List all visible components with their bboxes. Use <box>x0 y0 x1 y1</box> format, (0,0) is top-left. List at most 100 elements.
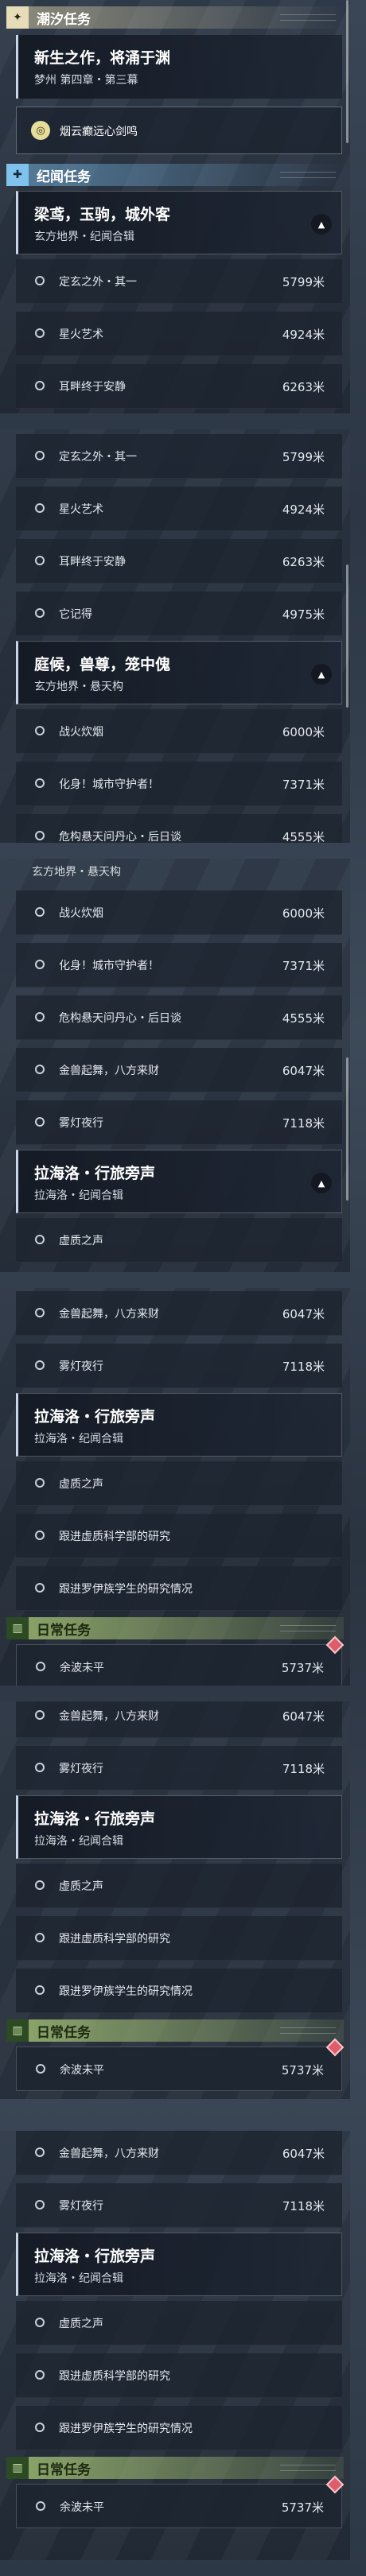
quest-step-row[interactable]: 金兽起舞，八方来财 6047米 <box>16 2131 342 2175</box>
step-label: 危构悬天问丹心・后日谈 <box>59 831 181 843</box>
quest-step-row[interactable]: 跟进虚质科学部的研究 <box>16 1916 342 1961</box>
step-label: 战火炊烟 <box>59 907 103 920</box>
quest-list-panel-4: 金兽起舞，八方来财 6047米 雾灯夜行 7118米 拉海洛・行旅旁声 拉海洛・… <box>0 1288 350 1686</box>
quest-step-row[interactable]: 金兽起舞，八方来财 6047米 <box>16 1291 342 1336</box>
quest-step-row[interactable]: 雾灯夜行 7118米 <box>16 1746 342 1790</box>
quest-step-row[interactable]: 雾灯夜行 7118米 <box>16 1344 342 1388</box>
quest-step-row[interactable]: 虚质之声 <box>16 1218 342 1263</box>
quest-title: 拉海洛・行旅旁声 <box>34 2248 156 2265</box>
step-distance: 7371米 <box>282 959 325 973</box>
quest-step-row[interactable]: 化身！城市守护者！ 7371米 <box>16 943 342 987</box>
step-label: 跟进罗伊族学生的研究情况 <box>59 1583 193 1596</box>
daily-quest-row[interactable]: 余波未平 5737米 <box>16 2038 345 2091</box>
quest-step-row[interactable]: 金兽起舞，八方来财 6047米 <box>16 1048 342 1092</box>
section-header-daily[interactable]: ▥ 日常任务 <box>6 2019 344 2042</box>
section-title: 潮汐任务 <box>37 11 91 28</box>
step-distance: 6000米 <box>282 906 325 921</box>
decorative-pattern <box>280 2027 336 2034</box>
quest-step-row[interactable]: 跟进虚质科学部的研究 <box>16 2353 342 2398</box>
step-ring-icon <box>35 907 45 917</box>
quest-step-row[interactable]: 战火炊烟 6000米 <box>16 890 342 935</box>
quest-step-row[interactable]: 定玄之外・其一 5799米 <box>16 434 342 479</box>
quest-card-lahailuo[interactable]: 拉海洛・行旅旁声 拉海洛・纪闻合辑 <box>16 1795 342 1859</box>
step-label: 雾灯夜行 <box>59 1360 103 1373</box>
step-distance: 4924米 <box>282 328 325 342</box>
section-header-jiwen[interactable]: ✚ 纪闻任务 <box>6 164 344 186</box>
quest-card-lahailuo[interactable]: 拉海洛・行旅旁声 拉海洛・纪闻合辑 <box>16 2233 342 2296</box>
step-label: 化身！城市守护者！ <box>59 778 159 791</box>
quest-subtitle: 玄方地界・纪闻合辑 <box>34 231 134 243</box>
section-header-chaoxi[interactable]: ✦ 潮汐任务 <box>6 6 344 29</box>
quest-step-row[interactable]: 危构悬天问丹心・后日谈 4555米 <box>16 995 342 1040</box>
step-distance: 7118米 <box>282 2199 325 2213</box>
star-icon: ✦ <box>6 6 29 29</box>
step-ring-icon <box>35 960 45 969</box>
step-ring-icon <box>35 1478 45 1488</box>
section-header-daily[interactable]: ▥ 日常任务 <box>6 2457 344 2479</box>
quest-subtitle: 拉海洛・纪闻合辑 <box>34 2272 123 2285</box>
scrollbar[interactable] <box>346 0 348 143</box>
quest-step-row[interactable]: 危构悬天问丹心・后日谈 4555米 <box>16 814 342 843</box>
step-distance: 6263米 <box>282 380 325 394</box>
quest-step-row[interactable]: 星火艺术 4924米 <box>16 487 342 531</box>
step-ring-icon <box>35 1117 45 1127</box>
step-distance: 7118米 <box>282 1360 325 1374</box>
step-ring-icon <box>35 608 45 618</box>
quest-list-panel-6: 金兽起舞，八方来财 6047米 雾灯夜行 7118米 拉海洛・行旅旁声 拉海洛・… <box>0 2131 350 2560</box>
step-ring-icon <box>36 2064 45 2074</box>
step-ring-icon <box>35 503 45 513</box>
daily-quest-row[interactable]: 余波未平 5737米 <box>16 2475 345 2528</box>
quest-card-tinghou[interactable]: 庭候，兽尊，笼中傀 玄方地界・悬天构 ▲ <box>16 641 342 704</box>
quest-step-row[interactable]: 耳畔终于安静 6263米 <box>16 539 342 584</box>
quest-card-xinsheng[interactable]: 新生之作，将涌于渊 梦州 第四章・第三幕 <box>16 35 342 99</box>
daily-quest-row[interactable]: 余波未平 5737米 <box>16 1635 345 1686</box>
step-distance: 6263米 <box>282 555 325 569</box>
collapse-chevron-icon[interactable]: ▲ <box>311 664 332 685</box>
decorative-pattern <box>280 14 336 21</box>
quest-step-row[interactable]: 虚质之声 <box>16 1864 342 1908</box>
section-title: 纪闻任务 <box>37 169 91 185</box>
quest-card-liangniao[interactable]: 梁鸢，玉驹，城外客 玄方地界・纪闻合辑 ▲ <box>16 191 342 254</box>
step-label: 跟进虚质科学部的研究 <box>59 2370 170 2383</box>
step-label: 余波未平 <box>60 2501 104 2514</box>
section-header-daily[interactable]: ▥ 日常任务 <box>6 1617 344 1639</box>
step-ring-icon <box>35 2370 45 2380</box>
step-label: 星火艺术 <box>59 328 103 341</box>
step-distance: 4924米 <box>282 502 325 517</box>
step-distance: 7118米 <box>282 1116 325 1131</box>
quest-step-row[interactable]: 虚质之声 <box>16 1461 342 1506</box>
quest-step-row[interactable]: 耳畔终于安静 6263米 <box>16 364 342 409</box>
quest-card-lahailuo[interactable]: 拉海洛・行旅旁声 拉海洛・纪闻合辑 ▲ <box>16 1150 342 1213</box>
quest-step-row[interactable]: 星火艺术 4924米 <box>16 312 342 356</box>
scrollbar[interactable] <box>346 1057 348 1201</box>
step-distance: 6047米 <box>282 1307 325 1321</box>
step-label: 耳畔终于安静 <box>59 381 126 394</box>
quest-step-row[interactable]: 雾灯夜行 7118米 <box>16 1100 342 1145</box>
collapse-chevron-icon[interactable]: ▲ <box>311 214 332 235</box>
quest-card-lahailuo[interactable]: 拉海洛・行旅旁声 拉海洛・纪闻合辑 <box>16 1393 342 1457</box>
quest-step-row[interactable]: 虚质之声 <box>16 2301 342 2345</box>
scrollbar[interactable] <box>346 564 348 708</box>
quest-subtitle: 拉海洛・纪闻合辑 <box>34 1189 123 1202</box>
quest-step-row[interactable]: 跟进虚质科学部的研究 <box>16 1514 342 1558</box>
step-ring-icon <box>35 1065 45 1074</box>
step-distance: 6047米 <box>282 1064 325 1078</box>
collapse-chevron-icon[interactable]: ▲ <box>311 1173 332 1193</box>
quest-step-row[interactable]: 跟进罗伊族学生的研究情况 <box>16 1566 342 1611</box>
quest-step-row[interactable]: 它记得 4975米 <box>16 592 342 636</box>
step-distance: 5737米 <box>281 2063 324 2077</box>
step-distance: 6047米 <box>282 2147 325 2161</box>
quest-step-row[interactable]: 战火炊烟 6000米 <box>16 709 342 754</box>
step-label: 跟进虚质科学部的研究 <box>59 1530 170 1543</box>
quest-step-row[interactable]: 化身！城市守护者！ 7371米 <box>16 762 342 806</box>
quest-step-row[interactable]: 跟进罗伊族学生的研究情况 <box>16 1969 342 2013</box>
step-distance: 6000米 <box>282 725 325 739</box>
step-distance: 5799米 <box>282 275 325 289</box>
quest-step-row[interactable]: 雾灯夜行 7118米 <box>16 2183 342 2228</box>
quest-step-row[interactable]: 定玄之外・其一 5799米 <box>16 259 342 304</box>
special-quest-item[interactable]: ◎ 烟云癫远心剑鸣 <box>16 107 342 154</box>
step-distance: 7118米 <box>282 1762 325 1776</box>
quest-list-panel-2: 定玄之外・其一 5799米 星火艺术 4924米 耳畔终于安静 6263米 它记… <box>0 429 350 843</box>
quest-step-row[interactable]: 跟进罗伊族学生的研究情况 <box>16 2406 342 2450</box>
quest-step-row[interactable]: 金兽起舞，八方来财 6047米 <box>16 1701 342 1738</box>
